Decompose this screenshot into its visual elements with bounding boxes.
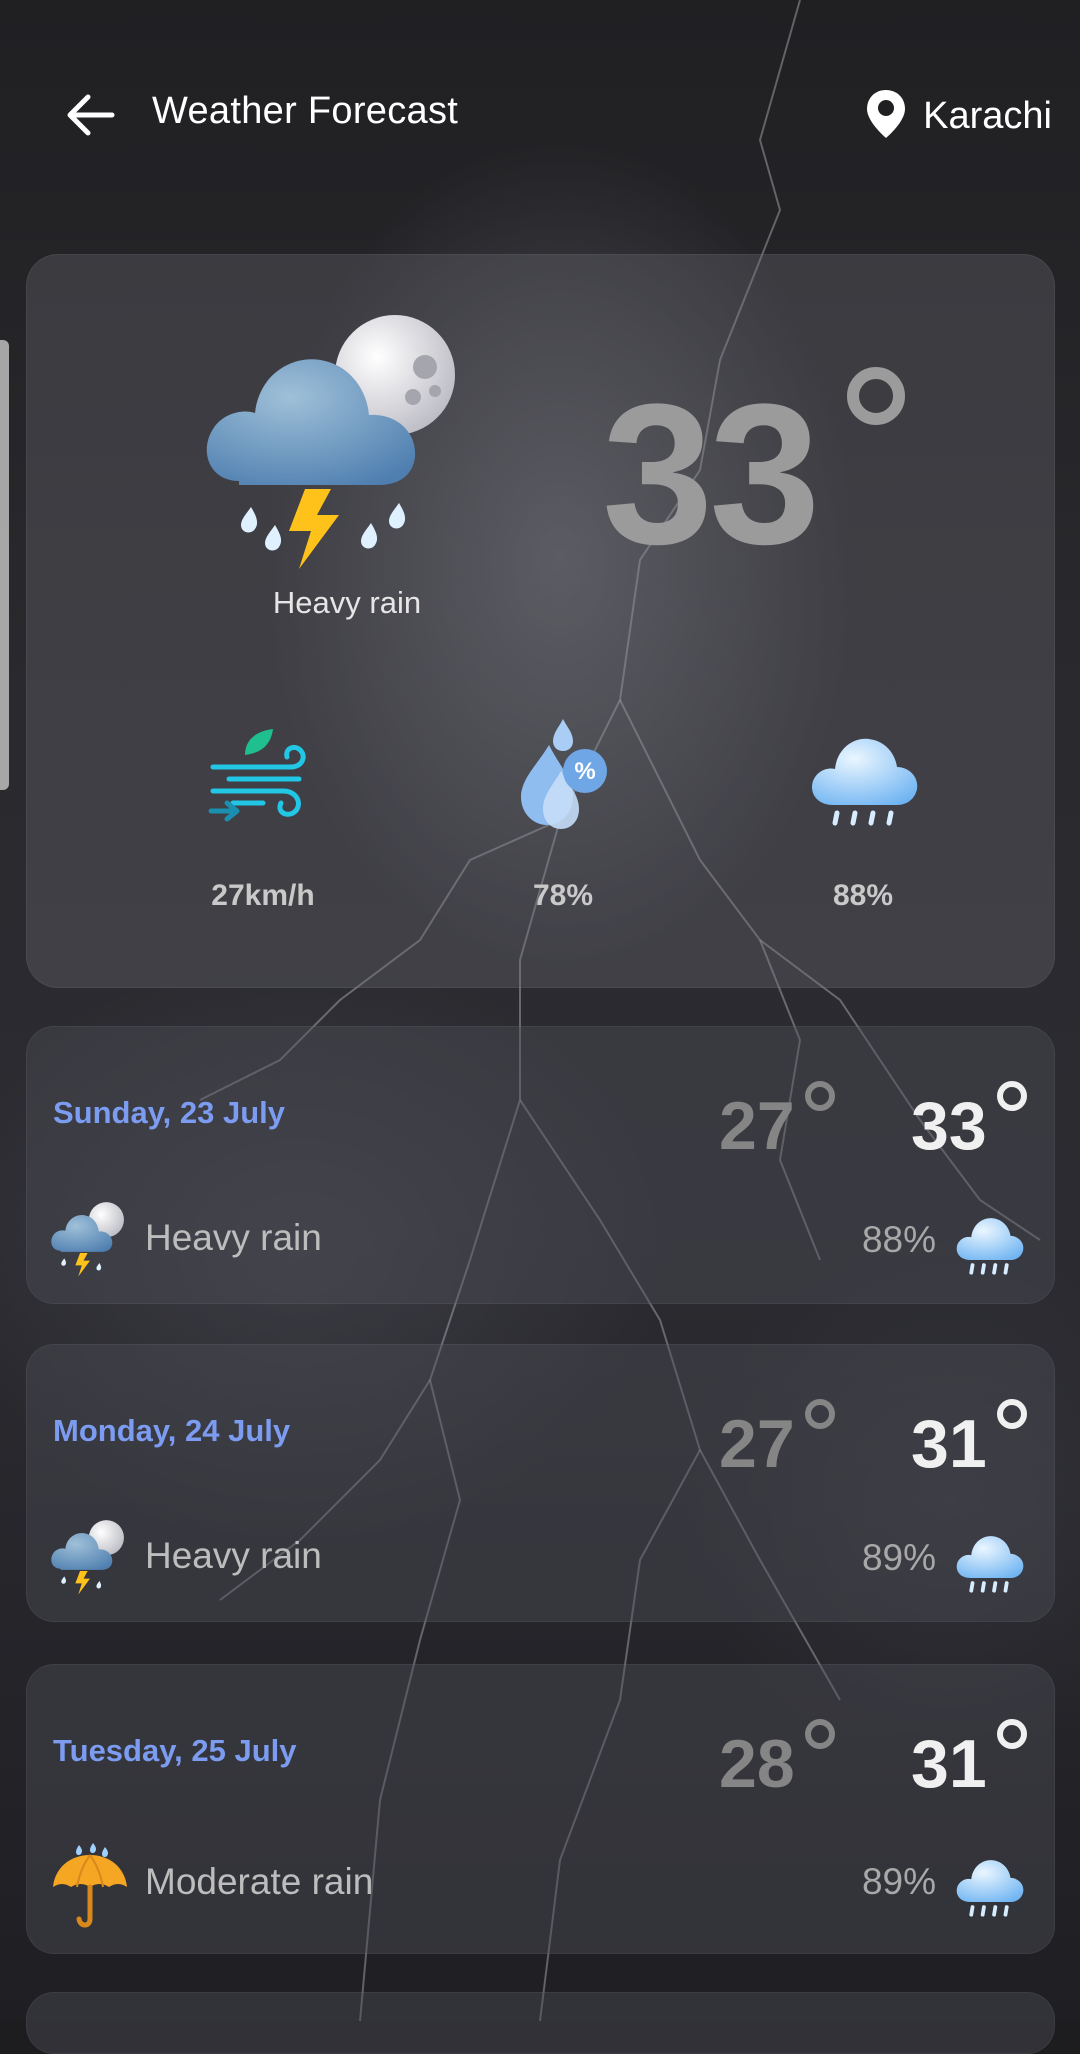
back-button[interactable] [50, 82, 130, 152]
degree-symbol [805, 1081, 835, 1111]
forecast-condition: Moderate rain [145, 1861, 374, 1902]
degree-symbol [997, 1719, 1027, 1749]
location-selector[interactable]: Karachi [865, 84, 1052, 148]
current-temperature: 33 [602, 363, 820, 586]
forecast-precipitation: 88% [861, 1219, 936, 1260]
map-pin-icon [865, 88, 907, 145]
forecast-date: Monday, 24 July [53, 1413, 291, 1448]
wind-icon [203, 715, 323, 835]
degree-symbol [805, 1719, 835, 1749]
rain-cloud-icon [948, 1521, 1030, 1597]
current-condition: Heavy rain [272, 585, 422, 620]
forecast-precipitation: 89% [861, 1861, 936, 1902]
wind-stat: 27km/h [173, 715, 353, 913]
app-header: Weather Forecast Karachi [0, 60, 1080, 160]
forecast-low-temp: 28 [719, 1726, 795, 1802]
forecast-high-temp: 33 [911, 1088, 987, 1164]
forecast-card[interactable]: Monday, 24 July 27 31 Heavy rain 89% [26, 1344, 1055, 1622]
forecast-low-temp: 27 [719, 1406, 795, 1482]
degree-symbol [805, 1399, 835, 1429]
umbrella-rain-icon [49, 1843, 131, 1928]
precipitation-stat: 88% [773, 715, 953, 913]
wind-value: 27km/h [211, 879, 315, 912]
forecast-condition: Heavy rain [145, 1217, 322, 1258]
degree-symbol [997, 1081, 1027, 1111]
page-title: Weather Forecast [152, 90, 459, 132]
forecast-high-temp: 31 [911, 1726, 987, 1802]
cloud-moon-thunder-rain-icon [199, 311, 479, 571]
degree-symbol [847, 367, 905, 425]
location-label: Karachi [923, 94, 1052, 137]
forecast-low-temp: 27 [719, 1088, 795, 1164]
forecast-high-temp: 31 [911, 1406, 987, 1482]
humidity-value: 78% [532, 879, 594, 912]
degree-symbol [997, 1399, 1027, 1429]
rain-cloud-icon [948, 1203, 1030, 1279]
rain-cloud-icon [803, 715, 923, 835]
forecast-date: Sunday, 23 July [53, 1095, 286, 1130]
precipitation-value: 88% [832, 879, 894, 912]
forecast-precipitation: 89% [861, 1537, 936, 1578]
humidity-stat: % 78% [473, 715, 653, 913]
cloud-moon-thunder-rain-icon [49, 1199, 131, 1279]
rain-cloud-icon [948, 1845, 1030, 1921]
forecast-condition: Heavy rain [145, 1535, 322, 1576]
scroll-indicator[interactable] [0, 340, 9, 790]
forecast-card[interactable] [26, 1992, 1055, 2054]
svg-text:%: % [574, 758, 595, 785]
forecast-date: Tuesday, 25 July [53, 1733, 297, 1768]
forecast-card[interactable]: Tuesday, 25 July 28 31 Moderate rain 89% [26, 1664, 1055, 1954]
forecast-card[interactable]: Sunday, 23 July 27 33 Heavy rain 88% [26, 1026, 1055, 1304]
cloud-moon-thunder-rain-icon [49, 1517, 131, 1597]
current-weather-card: Heavy rain 33 27km/h % 78% 88% [26, 254, 1055, 988]
humidity-drop-icon: % [503, 715, 623, 835]
arrow-left-icon [64, 93, 116, 142]
